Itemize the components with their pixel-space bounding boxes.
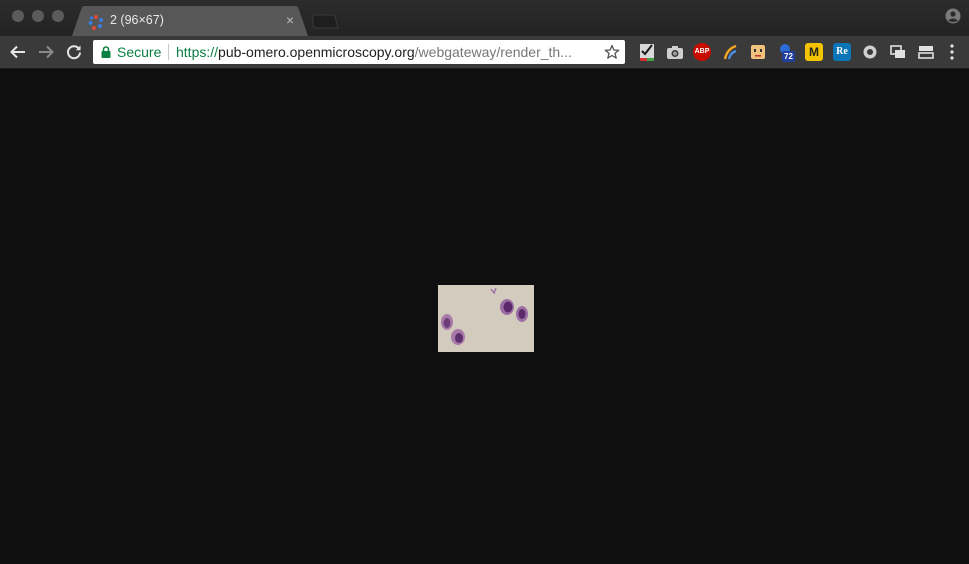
m-extension-icon[interactable]: M [805,43,823,61]
address-bar[interactable]: Secure https://pub-omero.openmicroscopy.… [93,40,625,64]
address-divider [168,44,169,60]
feed-extension-icon[interactable] [721,43,739,61]
lock-icon [101,46,111,58]
new-tab-button[interactable] [310,13,340,29]
tab-strip: 2 (96×67) × [0,0,969,36]
badge-extension-icon[interactable]: 72 [777,43,797,62]
forward-arrow-icon[interactable] [37,43,55,61]
omero-icon [88,15,103,30]
record-extension-icon[interactable] [861,43,879,61]
tab-title: 2 (96×67) [110,13,164,27]
tab-shape [72,6,308,36]
layout-extension-icon[interactable] [917,43,935,61]
checklist-extension-icon[interactable] [638,43,656,61]
active-tab[interactable]: 2 (96×67) × [72,6,308,36]
browser-toolbar: Secure https://pub-omero.openmicroscopy.… [0,36,969,69]
browser-menu-icon[interactable] [950,44,954,60]
face-extension-icon[interactable] [749,43,767,61]
extension-badge-count: 72 [782,51,795,62]
reload-icon[interactable] [65,43,83,61]
security-label: Secure [117,44,162,60]
back-arrow-icon[interactable] [9,43,27,61]
bookmark-star-icon[interactable] [604,44,620,60]
camera-extension-icon[interactable] [666,43,684,61]
window-minimize-button[interactable] [32,10,44,22]
profile-icon[interactable] [945,8,961,24]
window-maximize-button[interactable] [52,10,64,22]
url-scheme: https:// [176,44,219,60]
adblock-plus-icon[interactable]: ABP [693,43,711,61]
url-path: /webgateway/render_th... [414,44,572,60]
window-close-button[interactable] [12,10,24,22]
re-extension-icon[interactable]: Re [833,43,851,61]
url-host: pub-omero.openmicroscopy.org [218,44,415,60]
tab-close-icon[interactable]: × [286,12,294,28]
url-text: https://pub-omero.openmicroscopy.org/web… [176,40,572,64]
microscopy-thumbnail-image [438,285,534,352]
windows-extension-icon[interactable] [889,43,907,61]
